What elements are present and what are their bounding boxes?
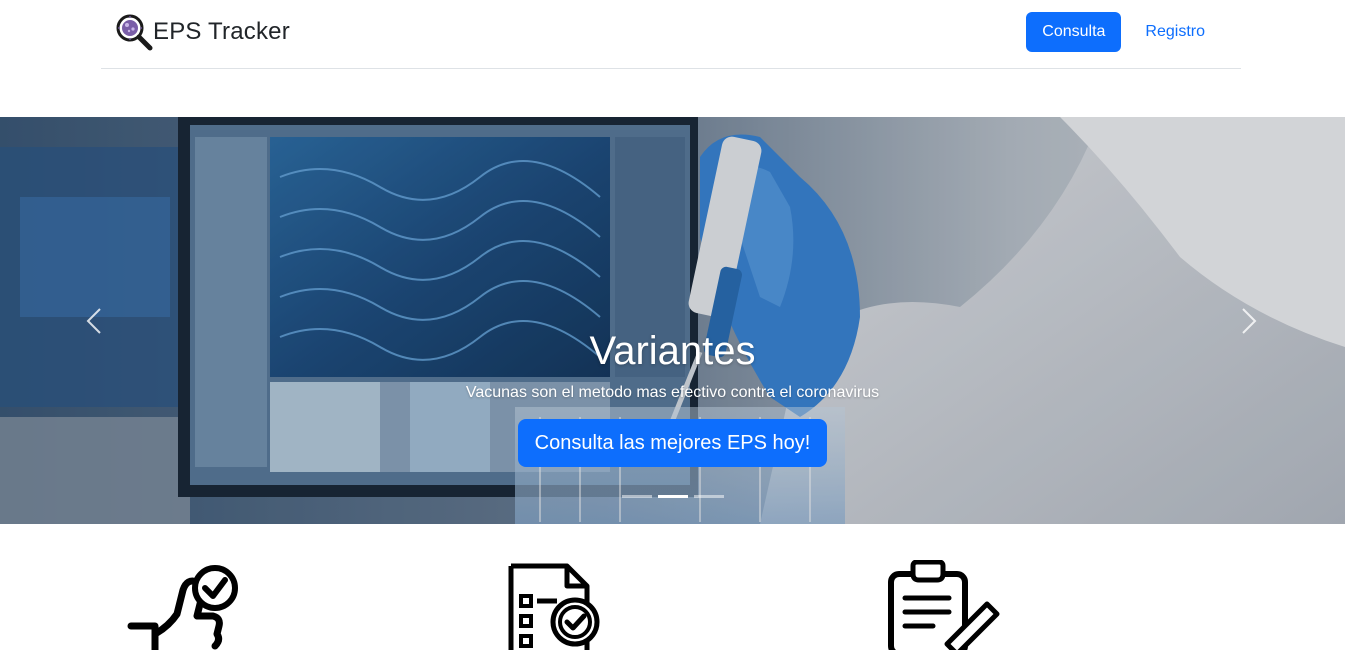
carousel-caption: Variantes Vacunas son el metodo mas efec… bbox=[0, 327, 1345, 467]
carousel-indicator-1[interactable] bbox=[621, 495, 652, 498]
cta-button[interactable]: Consulta las mejores EPS hoy! bbox=[517, 419, 828, 467]
carousel-indicators bbox=[0, 495, 1345, 498]
document-magnifier-check-icon bbox=[507, 560, 607, 655]
carousel-subtitle: Vacunas son el metodo mas efectivo contr… bbox=[465, 384, 880, 401]
carousel-indicator-3[interactable] bbox=[693, 495, 724, 498]
main-nav: Consulta Registro bbox=[1026, 12, 1221, 52]
brand-link[interactable]: EPS Tracker bbox=[115, 12, 290, 52]
clipboard-pen-icon bbox=[887, 559, 1002, 655]
nav-registro[interactable]: Registro bbox=[1129, 12, 1221, 52]
brand-name: EPS Tracker bbox=[153, 18, 290, 45]
carousel-indicator-2[interactable] bbox=[657, 495, 688, 498]
nav-consulta[interactable]: Consulta bbox=[1026, 12, 1122, 52]
site-header: EPS Tracker Consulta Registro bbox=[101, 0, 1241, 69]
thumbs-up-check-icon bbox=[125, 560, 240, 655]
hero-carousel: Variantes Vacunas son el metodo mas efec… bbox=[0, 117, 1345, 524]
virus-magnifier-icon bbox=[115, 13, 153, 51]
carousel-title: Variantes bbox=[589, 329, 756, 373]
